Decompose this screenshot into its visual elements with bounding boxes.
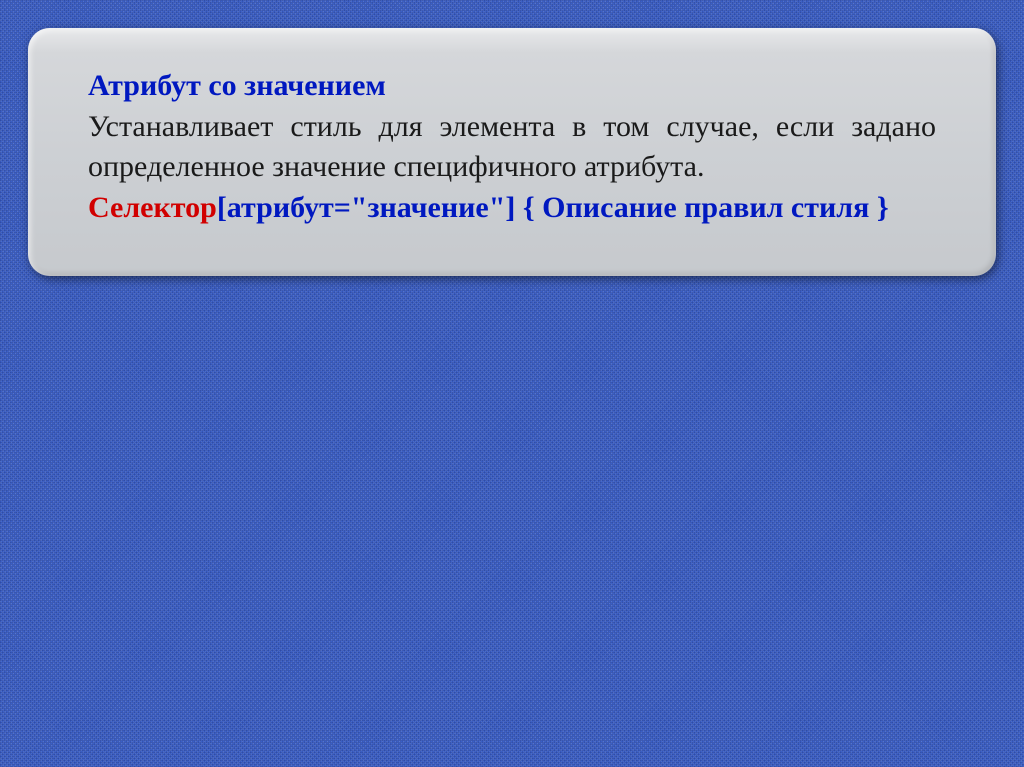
slide-description: Устанавливает стиль для элемента в том с… [88,107,936,188]
syntax-line: Селектор[атрибут="значение"] { Описание … [88,188,936,229]
syntax-selector: Селектор [88,191,217,224]
slide-heading: Атрибут со значением [88,66,936,107]
slide-card: Атрибут со значением Устанавливает стиль… [28,28,996,276]
syntax-rest: [атрибут="значение"] { Описание правил с… [217,191,889,224]
